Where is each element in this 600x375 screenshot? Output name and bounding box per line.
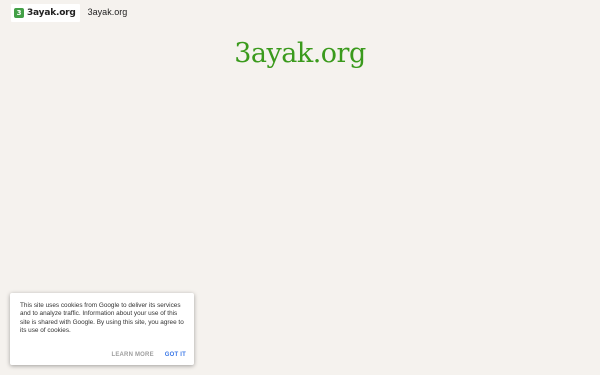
site-logo-link[interactable]: 3 3ayak.org (11, 3, 80, 22)
cookie-message: This site uses cookies from Google to de… (20, 302, 184, 335)
learn-more-button[interactable]: LEARN MORE (111, 352, 153, 358)
page-title[interactable]: 3ayak.org (0, 38, 600, 69)
top-bar: 3 3ayak.org 3ayak.org (0, 0, 127, 24)
blogger-site-logo-icon: 3 (14, 7, 24, 18)
page: 3 3ayak.org 3ayak.org 3ayak.org This sit… (0, 0, 600, 375)
site-name-link[interactable]: 3ayak.org (88, 7, 128, 17)
cookie-notice: This site uses cookies from Google to de… (10, 293, 194, 365)
cookie-actions: LEARN MORE GOT IT (111, 352, 186, 358)
logo-text: 3ayak.org (27, 7, 76, 18)
got-it-button[interactable]: GOT IT (165, 352, 186, 358)
